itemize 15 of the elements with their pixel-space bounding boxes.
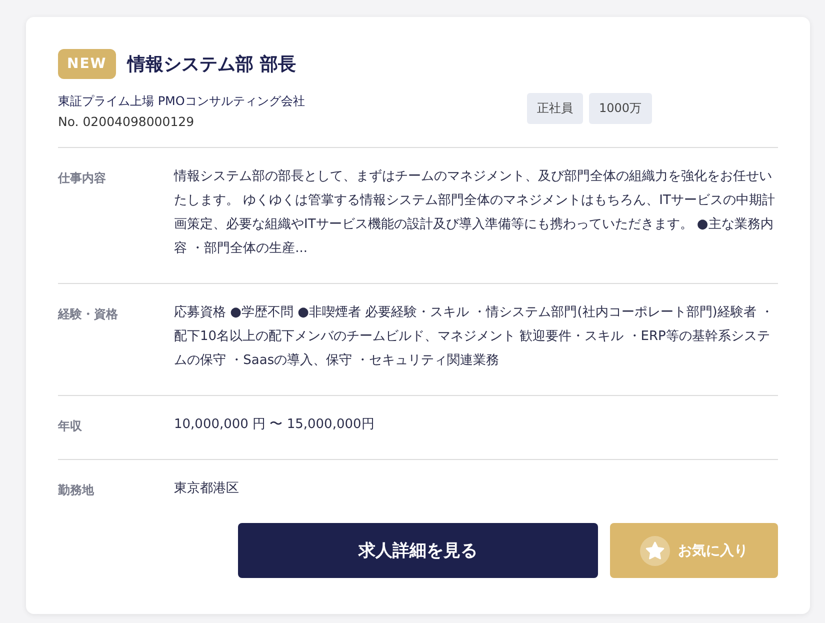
detail-value: 情報システム部の部長として、まずはチームのマネジメント、及び部門全体の組織力を強化をお任せいたします。 ゆくゆくは管掌する情報システム部門全体のマネジメントはもちろん、ITサービスの中期計画策定、必要な組織やITサービス機能の設計及び導入準備等にも携わっていただきます。 ●主な業務内容 ・部門全体の生産...: [174, 168, 776, 258]
job-tag: 1000万: [589, 93, 652, 124]
job-number: No. 02004098000129: [58, 114, 196, 129]
detail-value: 東京都港区: [174, 480, 240, 498]
detail-button[interactable]: 求人詳細を見る: [238, 523, 598, 578]
detail-label: 経験・資格: [58, 306, 119, 323]
job-tag: 正社員: [527, 93, 583, 124]
job-title: 情報システム部 部長: [128, 53, 296, 76]
new-badge: NEW: [58, 49, 116, 79]
detail-value: 10,000,000 円 〜 15,000,000円: [174, 416, 376, 434]
detail-label: 仕事内容: [58, 170, 107, 187]
detail-label: 勤務地: [58, 482, 95, 499]
detail-label: 年収: [58, 418, 83, 435]
company-name: 東証プライム上場 PMOコンサルティング会社: [58, 93, 306, 110]
detail-value: 応募資格 ●学歴不問 ●非喫煙者 必要経験・スキル ・情システム部門(社内コーポレート部門)経験者 ・配下10名以上の配下メンバのチームビルド、マネジメント 歓迎要件・スキル ・ERP等の基幹系システムの保守 ・Saasの導入、保守 ・セキュリティ関連業務: [174, 304, 774, 370]
